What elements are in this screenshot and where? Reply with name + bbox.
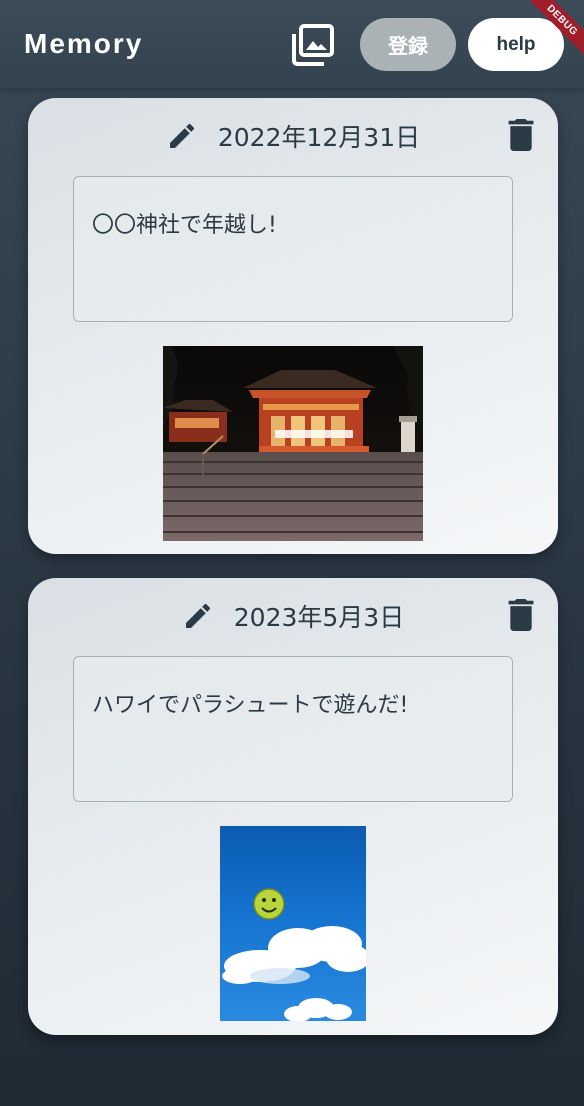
memory-text-field[interactable]: ハワイでパラシュートで遊んだ!: [73, 656, 513, 802]
help-button[interactable]: help: [468, 18, 564, 71]
gallery-button[interactable]: [288, 22, 336, 68]
memory-card: 2022年12月31日 〇〇神社で年越し!: [28, 98, 558, 554]
delete-button[interactable]: [506, 118, 536, 152]
register-button[interactable]: 登録: [360, 18, 456, 71]
parachute-photo-image: [222, 888, 366, 1021]
memory-photo[interactable]: [220, 826, 366, 1021]
pencil-icon: [185, 603, 210, 628]
memory-date: 2022年12月31日: [217, 123, 421, 152]
trash-icon: [508, 119, 534, 151]
memory-photo[interactable]: [163, 346, 423, 541]
photo-library-icon: [292, 24, 334, 66]
trash-icon: [508, 599, 534, 631]
memory-date: 2023年5月3日: [233, 603, 405, 632]
card-header: 2023年5月3日: [28, 596, 558, 636]
edit-button[interactable]: [166, 120, 198, 152]
memory-card: 2023年5月3日 ハワイでパラシュートで遊んだ!: [28, 578, 558, 1035]
shrine-photo-image: [163, 346, 423, 541]
card-header: 2022年12月31日: [28, 116, 558, 156]
delete-button[interactable]: [506, 598, 536, 632]
pencil-icon: [169, 123, 194, 148]
edit-button[interactable]: [182, 600, 214, 632]
app-bar: Memory 登録 help DEBUG: [0, 0, 584, 88]
memory-text-field[interactable]: 〇〇神社で年越し!: [73, 176, 513, 322]
app-title: Memory: [24, 28, 144, 59]
